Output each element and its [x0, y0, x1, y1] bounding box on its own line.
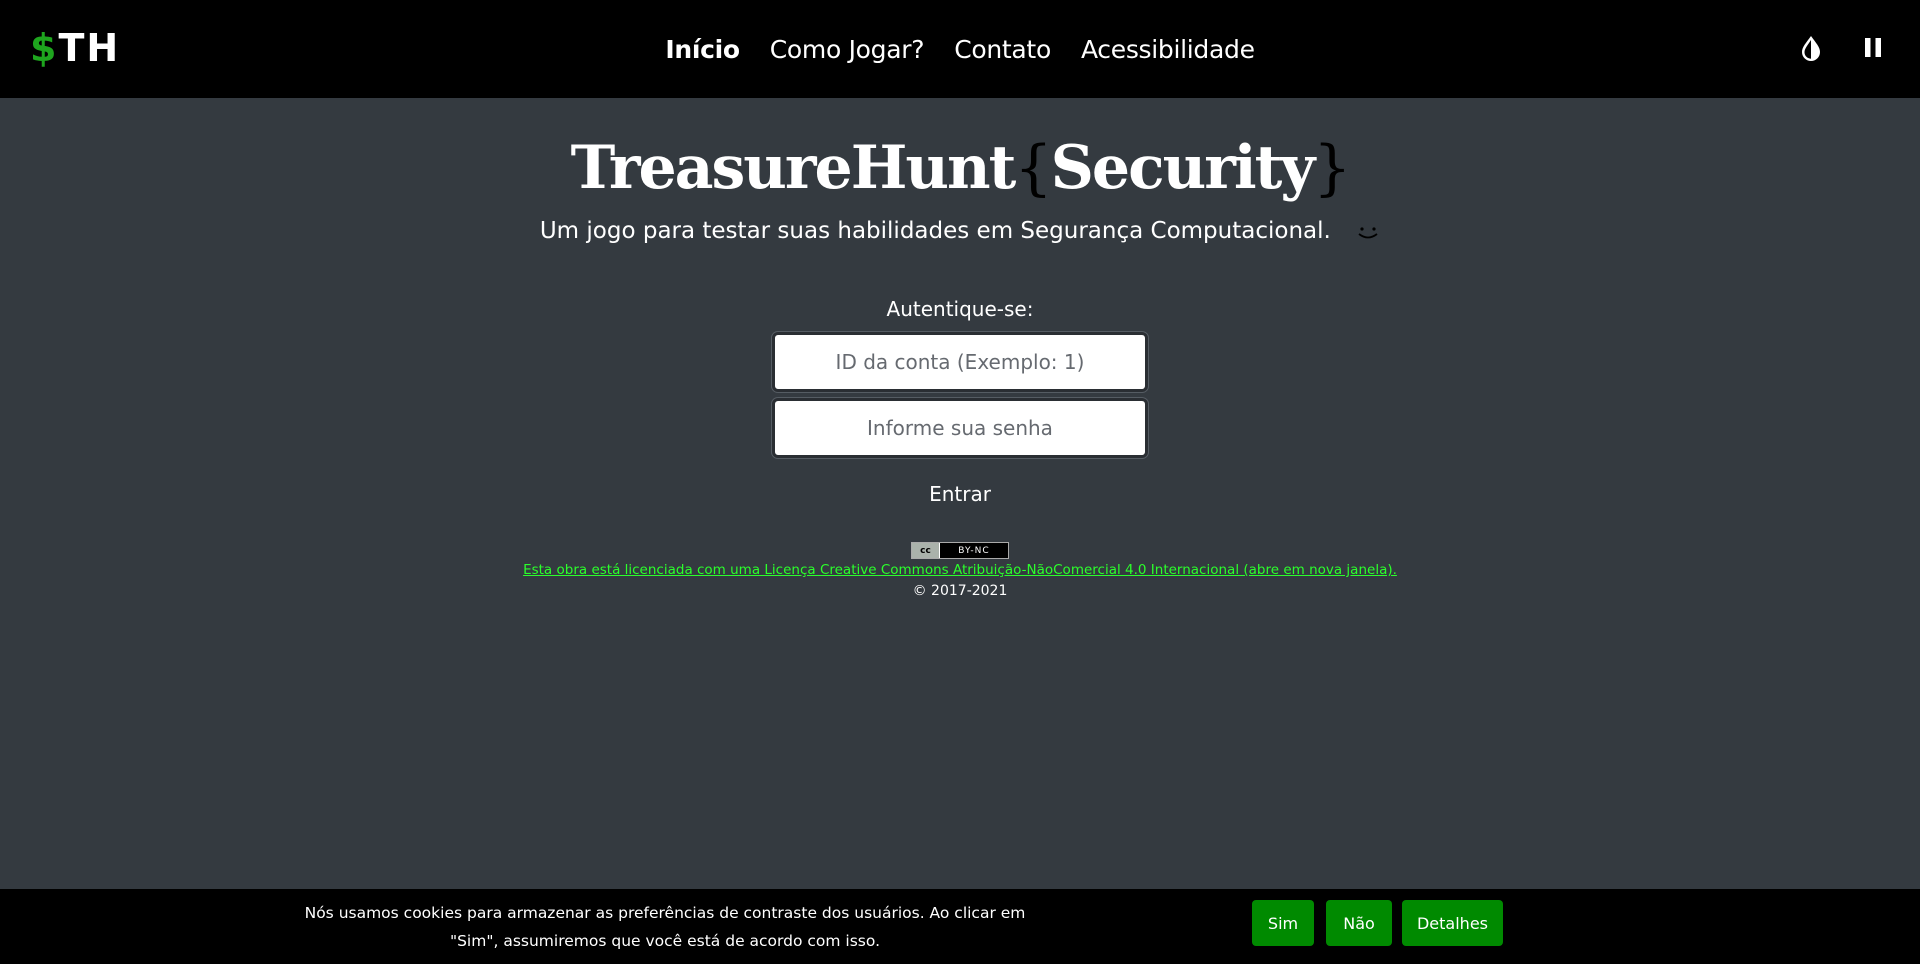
nav-link-como-jogar[interactable]: Como Jogar? — [770, 35, 925, 64]
main-nav: Início Como Jogar? Contato Acessibilidad… — [0, 0, 1920, 98]
pause-icon — [1865, 38, 1881, 57]
nav-link-contato[interactable]: Contato — [954, 35, 1051, 64]
license-notice: Esta obra está licenciada com uma Licenç… — [0, 562, 1920, 578]
cc-by-nc-label: BY-NC — [958, 545, 990, 556]
pause-animation-button[interactable] — [1860, 33, 1886, 63]
title-brace-open: { — [1014, 133, 1052, 203]
title-brace-close: } — [1313, 133, 1351, 203]
nav-tools — [1798, 33, 1886, 63]
cookie-accept-button[interactable]: Sim — [1252, 900, 1314, 946]
nav-link-inicio[interactable]: Início — [665, 35, 740, 64]
cookie-message: Nós usamos cookies para armazenar as pre… — [304, 904, 1026, 950]
cookie-banner: Nós usamos cookies para armazenar as pre… — [0, 889, 1920, 964]
page-subtitle: Um jogo para testar suas habilidades em … — [0, 218, 1920, 244]
login-label: Autentique-se: — [886, 297, 1034, 321]
subtitle-text: Um jogo para testar suas habilidades em … — [539, 218, 1331, 244]
account-id-input[interactable] — [772, 332, 1148, 392]
contrast-icon — [1802, 36, 1820, 61]
top-navbar: $ TH Início Como Jogar? Contato Acessibi… — [0, 0, 1920, 98]
cookie-reject-button[interactable]: Não — [1326, 900, 1392, 946]
password-input[interactable] — [772, 398, 1148, 458]
title-main: TreasureHunt — [570, 133, 1017, 203]
title-accent: Security — [1050, 133, 1316, 203]
cookie-details-button[interactable]: Detalhes — [1402, 900, 1503, 946]
smile-icon — [1358, 226, 1378, 238]
cc-icon: cc — [912, 543, 940, 558]
cc-license-badge[interactable]: cc BY-NC — [911, 542, 1009, 559]
login-submit-button[interactable]: Entrar — [860, 478, 1060, 510]
page-title: TreasureHunt{Security} — [0, 128, 1920, 208]
contrast-toggle-button[interactable] — [1798, 33, 1824, 63]
license-link[interactable]: Esta obra está licenciada com uma Licenç… — [523, 562, 1397, 578]
copyright: © 2017-2021 — [912, 583, 1008, 599]
nav-link-acessibilidade[interactable]: Acessibilidade — [1081, 35, 1255, 64]
